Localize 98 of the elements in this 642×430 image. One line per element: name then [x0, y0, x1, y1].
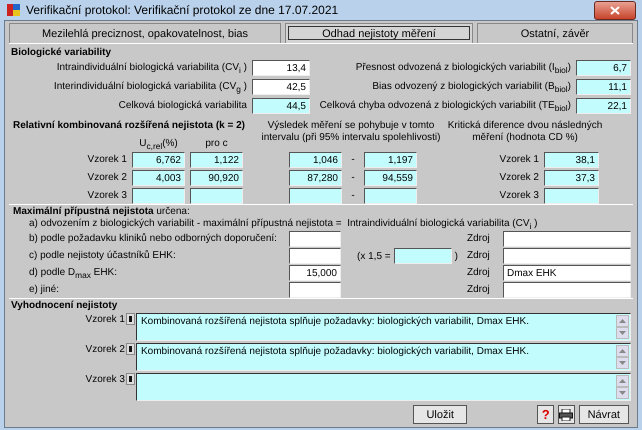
close-icon: [610, 6, 620, 14]
criterion-label: c) podle nejistoty účastníků EHK:: [29, 249, 177, 263]
column-header: U$_{c,rel}$(%): [138, 138, 179, 150]
window-title: Verifikační protokol: Verifikační protokol ze dne 17.07.2021: [26, 3, 340, 17]
text-area[interactable]: Kombinovaná rozšířená nejistota splňuje požadavky: biologických variabilit, Dmax EHK.: [136, 313, 631, 341]
field-label: Přesnost odvozená z biologických variabilit (I$_{biol}$): [354, 61, 571, 76]
input-field[interactable]: 13,4: [252, 60, 310, 76]
range-separator: -: [350, 153, 356, 167]
close-button[interactable]: [594, 0, 636, 20]
scroll-down-button[interactable]: [616, 387, 629, 399]
marker-icon: [129, 376, 132, 382]
scroll-up-button[interactable]: [616, 375, 629, 387]
scroll-up-icon: [619, 349, 626, 353]
input-field[interactable]: [289, 248, 341, 264]
row-label: Vzorek 2: [498, 171, 539, 185]
input-field[interactable]: [289, 282, 341, 298]
note-button[interactable]: [126, 373, 135, 385]
marker-icon: [129, 346, 132, 352]
scroll-up-button[interactable]: [616, 345, 629, 357]
source-label: Zdroj: [467, 232, 491, 246]
range-separator: -: [350, 189, 356, 203]
input-field[interactable]: 1,197: [364, 152, 417, 168]
input-field[interactable]: 87,280: [289, 170, 342, 186]
row-label: Vzorek 3: [84, 373, 125, 387]
scroll-up-icon: [619, 319, 626, 323]
row-label: Vzorek 3: [498, 189, 539, 203]
input-field[interactable]: [503, 248, 631, 264]
row-label: Vzorek 1: [86, 153, 127, 167]
input-field[interactable]: [544, 188, 599, 204]
section-heading: Maximální přípustná nejistota určena:: [12, 206, 191, 218]
criterion-label: e) jiné:: [29, 283, 60, 297]
input-field[interactable]: [364, 188, 417, 204]
input-field[interactable]: 38,1: [544, 152, 599, 168]
input-field[interactable]: 44,5: [252, 98, 310, 114]
note-button[interactable]: [126, 313, 135, 325]
input-field[interactable]: 1,046: [289, 152, 342, 168]
app-icon: [6, 2, 22, 18]
range-separator: -: [350, 171, 356, 185]
input-field[interactable]: 11,1: [576, 79, 631, 95]
scroll-down-icon: [619, 361, 626, 365]
scroll-up-icon: [619, 379, 626, 383]
field-label: Bias odvozený z biologických variabilit (B$_{biol}$): [371, 80, 571, 95]
note-button[interactable]: [126, 343, 135, 355]
input-field[interactable]: 1,122: [190, 152, 243, 168]
input-field[interactable]: [289, 231, 341, 247]
input-field[interactable]: 37,3: [544, 170, 599, 186]
input-field[interactable]: 6,7: [576, 60, 631, 76]
scroll-down-button[interactable]: [616, 357, 629, 369]
criterion-label: b) podle požadavku kliniků nebo odborných doporučení:: [29, 232, 278, 246]
input-field[interactable]: [503, 282, 631, 298]
input-field[interactable]: 15,000: [289, 265, 341, 281]
input-field[interactable]: 94,559: [364, 170, 417, 186]
field-label: Interindividuální biologická variabilita (CV$_{g}$ ): [52, 80, 247, 95]
tab[interactable]: Mezilehlá preciznost, opakovatelnost, bias: [9, 23, 281, 43]
source-label: Zdroj: [467, 249, 491, 263]
input-field[interactable]: Dmax EHK: [503, 265, 631, 281]
section-heading: Relativní kombinovaná rozšířená nejistota (k = 2): [13, 120, 243, 133]
row-label: Vzorek 3: [86, 189, 127, 203]
criterion-text: a) odvozením z biologických variabilit - maximální přípustná nejistota = Intraindividuální biologická variabilita (CV$_{i}$ ): [29, 218, 539, 230]
marker-icon: [129, 316, 132, 322]
source-label: Zdroj: [467, 266, 491, 280]
action-button[interactable]: Návrat: [578, 405, 629, 424]
row-label: Vzorek 2: [86, 171, 127, 185]
scroll-up-button[interactable]: [616, 315, 629, 327]
section-heading: Vyhodnocení nejistoty: [11, 300, 118, 311]
column-header: Kritická diference dvou následných měření (hodnota CD %): [446, 120, 604, 145]
section-heading: Biologické variability: [11, 47, 112, 58]
scroll-down-icon: [619, 331, 626, 335]
source-label: Zdroj: [467, 283, 491, 297]
field-label: Celková biologická variabilita: [118, 99, 247, 113]
input-field[interactable]: 6,762: [132, 152, 185, 168]
tab[interactable]: Ostatní, závěr: [477, 23, 633, 43]
row-label: Vzorek 1: [498, 153, 539, 167]
print-button[interactable]: [558, 405, 575, 424]
field-label: Celková chyba odvozená z biologických variabilit (TE$_{biol}$): [318, 99, 571, 114]
column-header: pro c: [204, 138, 229, 150]
input-field[interactable]: 42,5: [252, 79, 310, 95]
factor-label: ): [454, 250, 458, 262]
input-field[interactable]: [190, 188, 243, 204]
row-label: Vzorek 2: [84, 343, 125, 357]
input-field[interactable]: [132, 188, 185, 204]
input-field[interactable]: 90,920: [190, 170, 243, 186]
input-field[interactable]: [503, 231, 631, 247]
scroll-down-button[interactable]: [616, 327, 629, 339]
input-field[interactable]: [394, 248, 452, 264]
input-field[interactable]: 22,1: [576, 98, 631, 114]
input-field[interactable]: [289, 188, 342, 204]
text-area[interactable]: [136, 373, 631, 401]
criterion-label: d) podle D$_{max}$ EHK:: [29, 266, 118, 281]
factor-label: (x 1,5 =: [357, 250, 391, 262]
tab[interactable]: Odhad nejistoty měření: [285, 23, 473, 43]
help-button[interactable]: ?: [537, 405, 554, 424]
scroll-down-icon: [619, 391, 626, 395]
action-button[interactable]: Uložit: [413, 405, 468, 424]
input-field[interactable]: 4,003: [132, 170, 185, 186]
row-label: Vzorek 1: [84, 313, 125, 327]
field-label: Intraindividuální biologická variabilita (CV$_{i}$ ): [56, 61, 247, 76]
text-area[interactable]: Kombinovaná rozšířená nejistota splňuje požadavky: biologických variabilit, Dmax EHK.: [136, 343, 631, 371]
